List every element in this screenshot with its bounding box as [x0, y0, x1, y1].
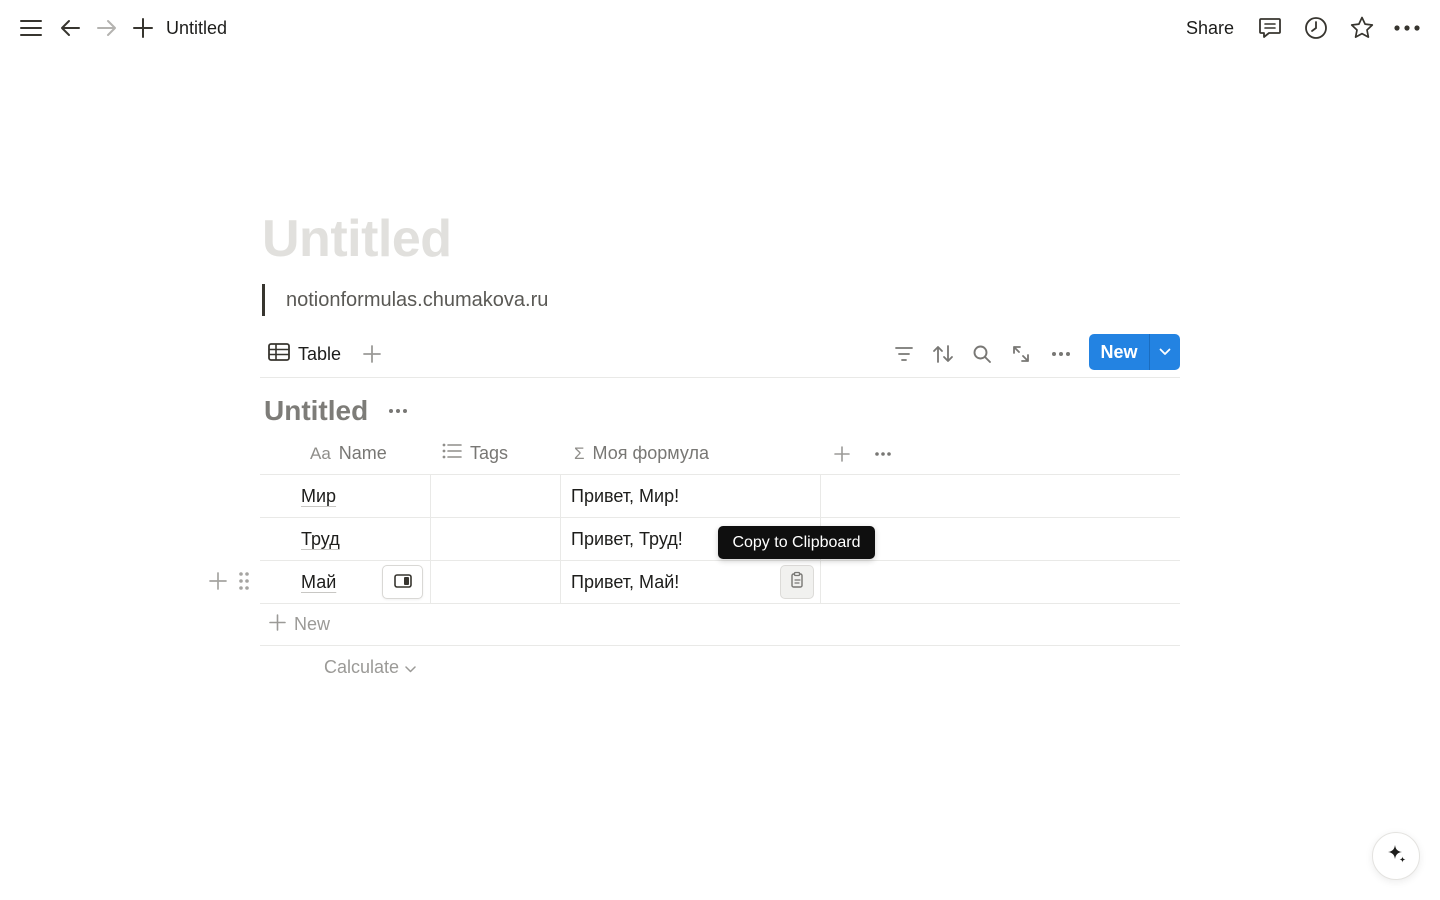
name-cell[interactable]: Мир — [260, 475, 431, 517]
ai-assistant-button[interactable] — [1372, 832, 1420, 880]
new-record-button[interactable]: New — [1089, 334, 1149, 370]
view-tab-label: Table — [298, 343, 342, 364]
table-icon — [268, 342, 290, 366]
new-row-label: New — [294, 614, 331, 634]
copy-to-clipboard-button[interactable] — [780, 565, 814, 599]
column-header-label: Name — [338, 443, 387, 463]
comment-icon[interactable] — [1254, 12, 1286, 44]
row-name: Труд — [301, 528, 340, 549]
drag-handle-icon[interactable] — [233, 567, 255, 595]
calculate-dropdown[interactable]: Calculate — [324, 654, 416, 680]
clipboard-icon — [789, 571, 805, 594]
open-side-peek-icon — [393, 572, 412, 593]
column-header-name[interactable]: Aa Name — [310, 432, 387, 475]
new-record-button-group: New — [1089, 334, 1180, 370]
text-property-icon: Aa — [310, 443, 331, 463]
calculate-label: Calculate — [324, 656, 400, 677]
plus-icon[interactable] — [127, 12, 159, 44]
formula-value: Привет, Труд! — [571, 528, 683, 549]
top-bar: Untitled Share — [0, 0, 1440, 56]
database-title[interactable]: Untitled — [264, 394, 368, 428]
add-new-row-button[interactable]: New — [260, 604, 1180, 646]
formula-value: Привет, Май! — [571, 571, 680, 592]
add-row-plus-icon[interactable] — [205, 567, 231, 595]
expand-icon[interactable] — [1006, 339, 1036, 369]
tags-cell[interactable] — [431, 475, 561, 517]
search-icon[interactable] — [967, 339, 997, 369]
menu-icon[interactable] — [15, 12, 47, 44]
view-more-icon[interactable] — [1046, 339, 1076, 369]
page-title[interactable]: Untitled — [262, 206, 452, 272]
name-cell[interactable]: Май — [260, 561, 431, 603]
row-name: Мир — [301, 485, 337, 506]
open-page-button[interactable] — [382, 565, 423, 599]
sigma-icon: Σ — [574, 443, 585, 463]
database-view-bar: Table New — [260, 330, 1180, 378]
page-breadcrumb-title[interactable]: Untitled — [166, 16, 227, 40]
tags-cell[interactable] — [431, 518, 561, 560]
chevron-down-icon — [405, 657, 416, 678]
properties-more-icon[interactable] — [871, 432, 895, 475]
clock-icon[interactable] — [1300, 12, 1332, 44]
quote-block[interactable]: notionformulas.chumakova.ru — [262, 284, 548, 316]
name-cell[interactable]: Труд — [260, 518, 431, 560]
copy-tooltip: Copy to Clipboard — [718, 526, 875, 559]
column-header-label: Tags — [470, 443, 509, 463]
column-header-label: Моя формула — [592, 443, 709, 463]
filter-icon[interactable] — [889, 339, 919, 369]
new-options-chevron-down-icon[interactable] — [1150, 334, 1180, 370]
add-property-plus-icon[interactable] — [830, 432, 854, 475]
sparkle-icon — [1384, 842, 1408, 871]
column-header-tags[interactable]: Tags — [442, 432, 508, 475]
database-more-icon[interactable] — [384, 397, 412, 425]
back-arrow-icon[interactable] — [54, 12, 86, 44]
row-name: Май — [301, 571, 337, 592]
table-row[interactable]: Май Привет, Май! — [260, 561, 1180, 604]
more-icon[interactable] — [1391, 12, 1423, 44]
forward-arrow-icon[interactable] — [91, 12, 123, 44]
column-header-formula[interactable]: Σ Моя формула — [574, 432, 709, 475]
share-button[interactable]: Share — [1180, 14, 1240, 42]
star-icon[interactable] — [1346, 12, 1378, 44]
formula-cell[interactable]: Привет, Мир! — [561, 475, 821, 517]
plus-icon — [269, 613, 286, 636]
add-view-plus-icon[interactable] — [358, 340, 386, 368]
table-header-row: Aa Name Tags Σ Моя формула — [260, 432, 1180, 475]
formula-value: Привет, Мир! — [571, 485, 680, 506]
tags-cell[interactable] — [431, 561, 561, 603]
list-icon — [442, 443, 462, 464]
sort-icon[interactable] — [928, 339, 958, 369]
table-row[interactable]: Мир Привет, Мир! — [260, 475, 1180, 518]
view-tab-table[interactable]: Table — [268, 340, 341, 368]
